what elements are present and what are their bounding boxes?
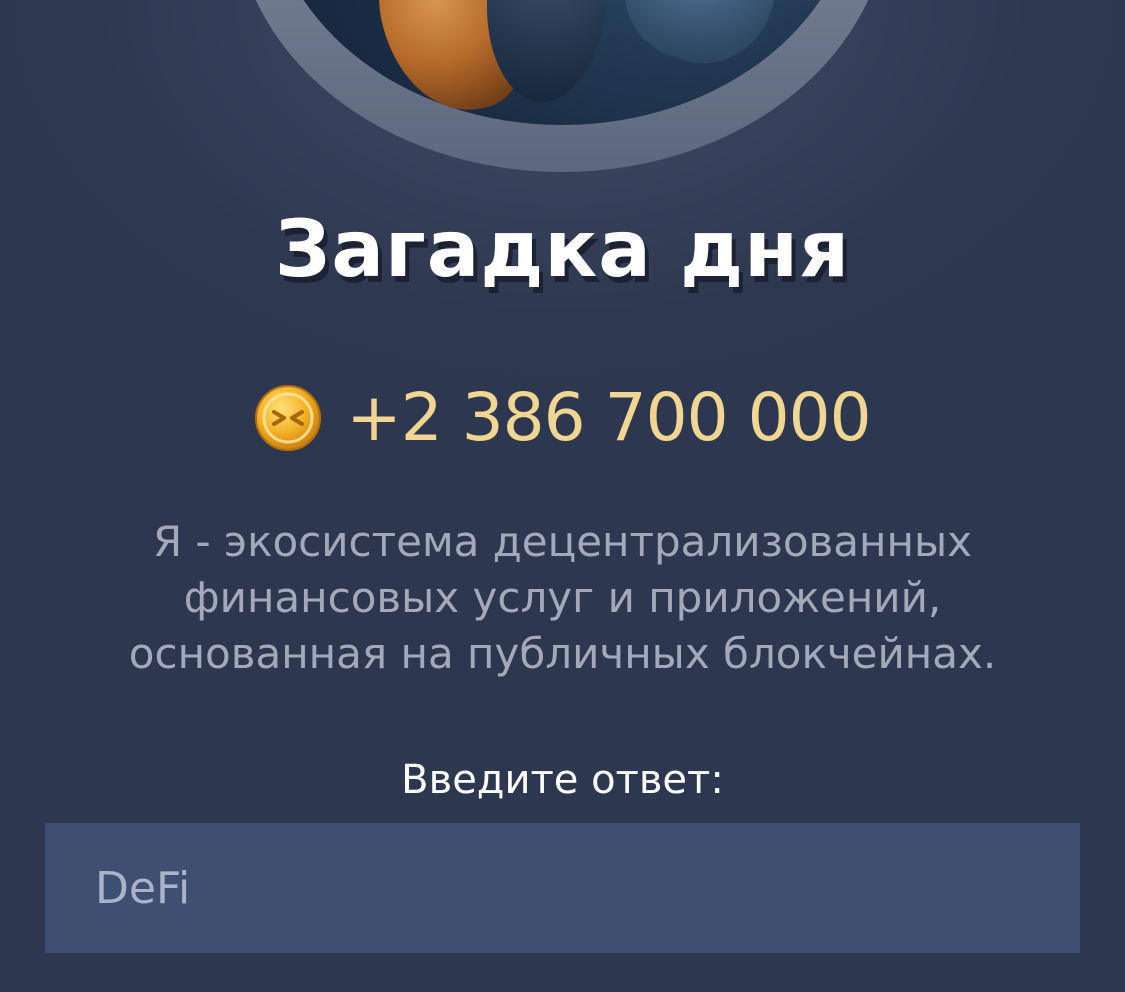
riddle-screen: Загадка дня +2 386 700 000 Я - экосистем…	[0, 0, 1125, 992]
reward-row: +2 386 700 000	[0, 378, 1125, 458]
answer-label: Введите ответ:	[401, 757, 724, 803]
riddle-avatar	[235, 0, 889, 172]
riddle-image	[267, 0, 857, 125]
image-rock-blue	[604, 0, 800, 83]
answer-input[interactable]	[45, 823, 1080, 953]
reward-amount: +2 386 700 000	[346, 379, 871, 456]
riddle-description: Я - экосистема децентрализованных финанс…	[128, 517, 997, 678]
gold-coin-icon	[255, 385, 322, 451]
page-title: Загадка дня	[274, 205, 851, 295]
